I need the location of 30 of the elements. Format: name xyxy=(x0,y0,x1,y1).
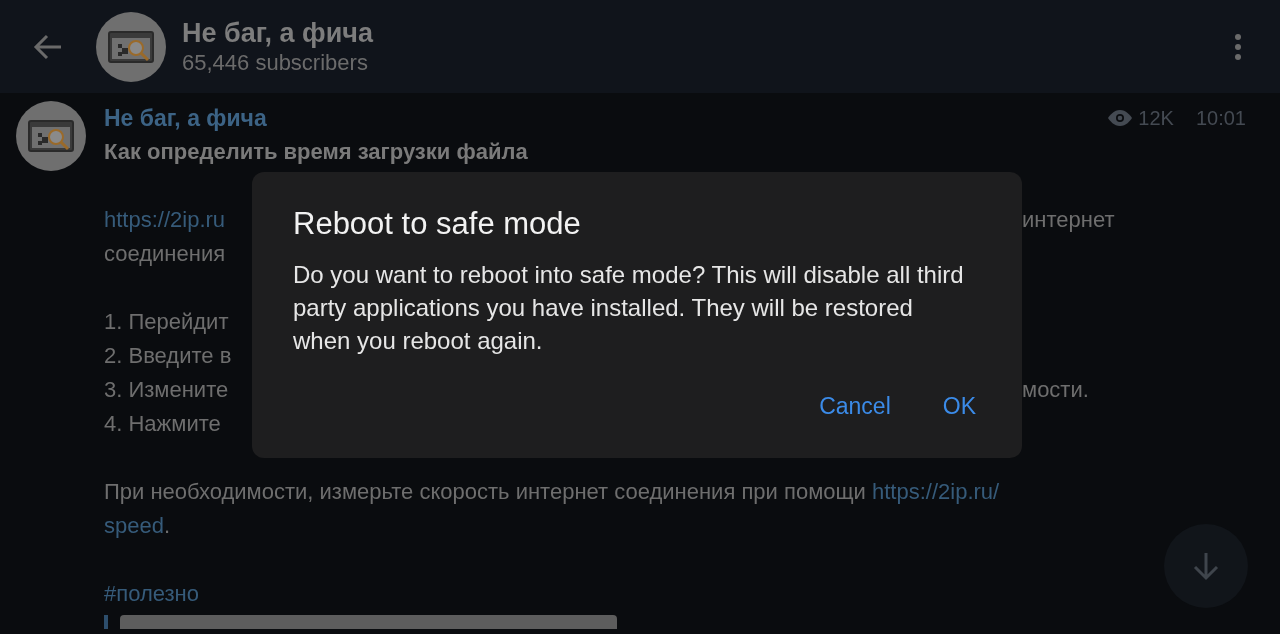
subscriber-count: 65,446 subscribers xyxy=(182,48,369,77)
dialog-button[interactable]: OK xyxy=(928,383,990,430)
post-text: 4. Нажмите xyxy=(104,411,221,436)
arrow-down-icon xyxy=(1191,551,1221,581)
dialog-title: Reboot to safe mode xyxy=(293,205,582,243)
back-icon[interactable] xyxy=(33,33,63,60)
post-text: 2. Введите в xyxy=(104,343,232,368)
menu-icon[interactable] xyxy=(1234,32,1242,61)
dialog-message: Do you want to reboot into safe mode? This will disable all third party applications you have installed. They will be restored when you reboot again. xyxy=(293,260,965,356)
eye-icon xyxy=(1108,110,1133,126)
dialog-button[interactable]: Cancel xyxy=(805,383,905,430)
post-time: 10:01 xyxy=(1195,106,1246,131)
post-text: 1. Перейдит xyxy=(104,309,229,334)
author-name: Не баг, а фича xyxy=(104,103,267,133)
quote-bar xyxy=(104,615,108,629)
link[interactable]: https://2ip.ru xyxy=(104,207,226,232)
link[interactable]: https://2ip.ru/ xyxy=(872,479,1000,504)
post-text: . xyxy=(163,513,171,538)
view-count: 12K xyxy=(1138,106,1174,131)
hashtag[interactable]: #полезно xyxy=(104,581,199,606)
post-heading: Как определить время загрузки файла xyxy=(104,138,529,166)
post-text: мости. xyxy=(1022,377,1089,402)
channel-avatar[interactable] xyxy=(96,11,166,82)
post-text: 3. Измените xyxy=(104,377,229,402)
post-text: соединения xyxy=(104,241,226,266)
post-text: При необходимости, измерьте скорость интернет соединения при помощи xyxy=(104,479,867,504)
post-text: интернет xyxy=(1022,207,1115,232)
channel-title: Не баг, а фича xyxy=(182,16,374,49)
link[interactable]: speed xyxy=(104,513,164,538)
author-avatar xyxy=(16,101,86,171)
